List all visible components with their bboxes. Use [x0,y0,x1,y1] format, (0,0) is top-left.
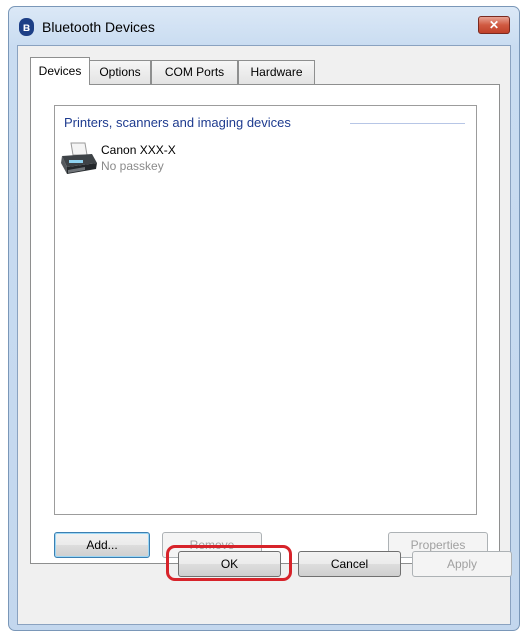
close-button[interactable]: ✕ [478,16,510,34]
dialog-client-area: Devices Options COM Ports Hardware Print… [17,45,511,625]
devices-tab-panel: Printers, scanners and imaging devices C… [30,84,500,564]
group-header: Printers, scanners and imaging devices [64,115,291,130]
printer-icon[interactable] [59,141,99,177]
title-bar[interactable]: ʙ Bluetooth Devices ✕ [9,7,519,45]
group-divider [350,123,465,124]
bluetooth-icon: ʙ [19,18,34,36]
window-title: Bluetooth Devices [42,19,155,35]
device-status: No passkey [101,159,164,173]
device-list[interactable]: Printers, scanners and imaging devices C… [54,105,477,515]
device-name[interactable]: Canon XXX-X [101,143,176,157]
bluetooth-devices-window: ʙ Bluetooth Devices ✕ Devices Options CO… [8,6,520,631]
apply-button[interactable]: Apply [412,551,512,577]
tab-devices[interactable]: Devices [30,57,90,85]
cancel-button[interactable]: Cancel [298,551,401,577]
tab-com-ports[interactable]: COM Ports [151,60,238,84]
add-button[interactable]: Add... [54,532,150,558]
tab-hardware[interactable]: Hardware [238,60,315,84]
ok-button-highlight [166,545,292,581]
tab-options[interactable]: Options [89,60,151,84]
